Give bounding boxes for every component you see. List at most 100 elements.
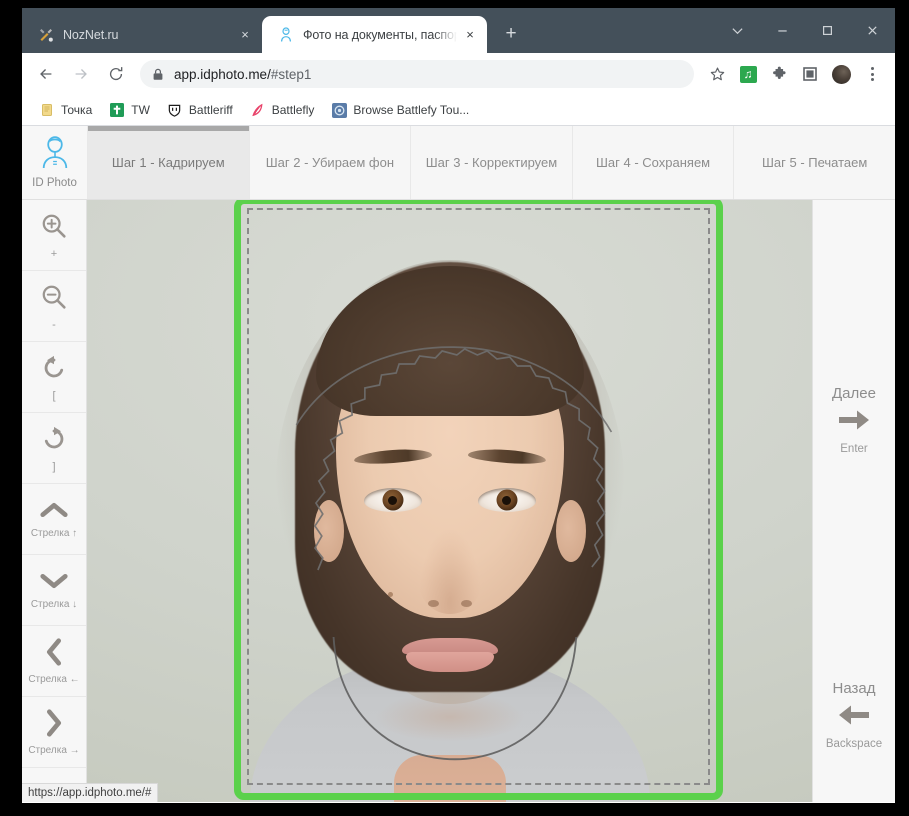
close-icon[interactable] [850,8,895,53]
tab-step-3[interactable]: Шаг 3 - Корректируем [410,126,572,199]
photo-canvas[interactable] [87,200,812,802]
eye-right [477,488,536,512]
editor-body: + - [] Стрелка ↑ Стрелка ↓ Стрелка ← Ст… [22,200,895,802]
tab-close-icon[interactable]: × [461,26,479,44]
browser-window: NozNet.ru × Фото на документы, паспорта,… [22,8,895,803]
move-down-button[interactable]: Стрелка ↓ [22,555,86,626]
move-right-button[interactable]: Стрелка → [22,697,86,768]
step-tabs: ID Photo Шаг 1 - Кадрируем Шаг 2 - Убира… [22,126,895,200]
eye-left [363,488,422,512]
back-label: Назад [832,680,876,697]
bookmark-label: Battlefly [271,103,315,117]
rotate-left-button[interactable]: [ [22,342,86,413]
idphoto-icon [278,26,294,43]
tab-title: Фото на документы, паспорта, з [303,27,457,42]
chevron-left-icon [43,637,65,672]
hair-fringe [315,266,584,416]
avatar[interactable] [827,60,855,88]
idphoto-app: ID Photo Шаг 1 - Кадрируем Шаг 2 - Убира… [22,126,895,802]
tw-icon [109,102,125,118]
url-hash: #step1 [270,66,312,82]
arrow-right-icon [837,406,871,439]
zoom-out-key: - [52,318,56,331]
move-right-key: Стрелка → [28,745,80,756]
rotate-right-key: ] [52,460,56,473]
move-up-button[interactable]: Стрелка ↑ [22,484,86,555]
zoom-in-key: + [50,247,58,260]
bookmark-item[interactable]: Browse Battlefy Tou... [324,99,476,121]
move-down-key: Стрелка ↓ [30,599,78,610]
browser-tab-1[interactable]: NozNet.ru × [22,16,262,53]
app-brand[interactable]: ID Photo [22,126,87,199]
move-left-key: Стрелка ← [28,674,80,685]
square-icon[interactable] [796,60,824,88]
new-tab-button[interactable]: + [496,19,526,49]
zoom-out-button[interactable]: - [22,271,86,342]
bookmark-label: Battleriff [188,103,233,117]
chevron-up-icon [39,499,69,526]
rotate-right-button[interactable]: ] [22,413,86,484]
app-brand-label: ID Photo [32,177,77,189]
arrow-left-icon [837,701,871,734]
tab-step-1[interactable]: Шаг 1 - Кадрируем [87,126,249,199]
battlefly-icon [250,102,266,118]
tab-step-4[interactable]: Шаг 4 - Сохраняем [571,126,734,199]
photo-image [87,200,812,802]
back-button[interactable] [31,59,61,89]
browser-tab-2[interactable]: Фото на документы, паспорта, з × [262,16,487,53]
address-bar-text: app.idphoto.me/#step1 [174,67,311,82]
puzzle-icon[interactable] [765,60,793,88]
ear-left [313,500,344,562]
profile-avatar-image [831,64,851,84]
bookmark-label: Точка [61,103,93,117]
iris-right [496,489,517,511]
screen: NozNet.ru × Фото на документы, паспорта,… [0,0,909,816]
bookmark-item[interactable]: Battlefly [243,99,322,121]
browser-toolbar: app.idphoto.me/#step1 ♫ [22,53,895,95]
tab-step-5[interactable]: Шаг 5 - Печатаем [733,126,895,199]
maximize-icon[interactable] [805,8,850,53]
tool-rail: + - [] Стрелка ↑ Стрелка ↓ Стрелка ← Ст… [22,200,87,802]
zoom-in-button[interactable]: + [22,200,86,271]
tab-close-icon[interactable]: × [236,26,254,44]
next-key: Enter [840,443,868,455]
ear-right [555,500,586,562]
bookmark-item[interactable]: Battleriff [160,99,240,121]
next-button[interactable]: Далее Enter [813,385,895,455]
move-left-button[interactable]: Стрелка ← [22,626,86,697]
bookmark-item[interactable]: Точка [32,99,99,121]
lower-lip [405,652,494,672]
rotate-left-key: [ [52,389,56,402]
tab-step-2[interactable]: Шаг 2 - Убираем фон [248,126,411,199]
nav-rail: Далее Enter Назад Backspace [812,200,895,802]
status-bar: https://app.idphoto.me/# [22,783,159,802]
mole [387,592,393,597]
address-bar[interactable]: app.idphoto.me/#step1 [140,60,694,88]
move-up-key: Стрелка ↑ [30,528,78,539]
chevron-down-icon[interactable] [715,8,760,53]
window-controls [715,8,895,53]
chevron-right-icon [43,708,65,743]
bookmark-item[interactable]: TW [102,99,157,121]
bookmark-star-icon[interactable] [703,60,731,88]
chin-shadow [374,692,525,742]
person-badge-icon [39,136,71,175]
note-icon [39,102,55,118]
iris-left [382,489,403,511]
tools-icon [38,27,54,43]
forward-button[interactable] [66,59,96,89]
magnifier-plus-icon [39,211,69,246]
kebab-menu-icon[interactable] [858,60,886,88]
extension-music-icon[interactable]: ♫ [734,60,762,88]
bookmark-label: TW [131,103,150,117]
back-key: Backspace [825,738,883,750]
lock-icon [152,68,164,81]
bookmarks-bar: Точка TW Battleriff Battlefly Browse Bat… [22,95,895,126]
rotate-cw-icon [39,424,69,459]
rotate-ccw-icon [39,353,69,388]
tab-strip: NozNet.ru × Фото на документы, паспорта,… [22,8,895,53]
bookmark-label: Browse Battlefy Tou... [353,103,470,117]
reload-button[interactable] [101,59,131,89]
back-button-app[interactable]: Назад Backspace [813,680,895,750]
minimize-icon[interactable] [760,8,805,53]
